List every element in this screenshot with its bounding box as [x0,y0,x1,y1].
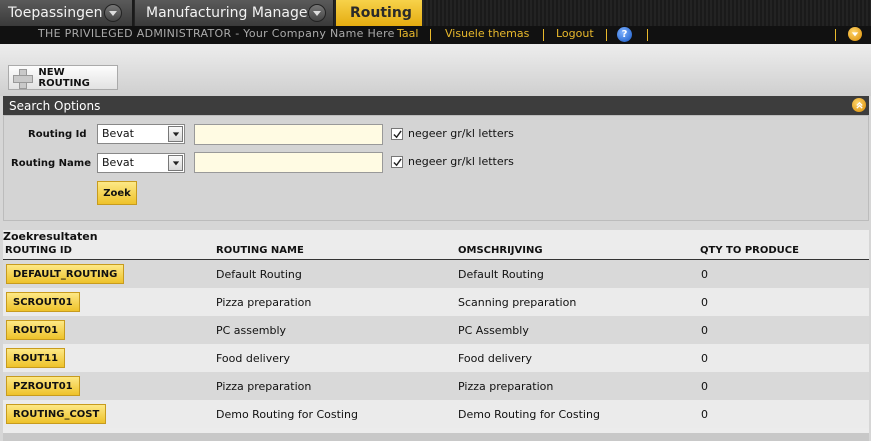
table-row: ROUTING_COST Demo Routing for Costing De… [3,400,869,428]
admin-user-text: THE PRIVILEGED ADMINISTRATOR - Your Comp… [38,27,395,40]
chevron-down-icon[interactable] [848,27,862,41]
chevron-down-icon[interactable] [308,4,326,22]
routing-name-cell: PC assembly [216,324,287,337]
routing-name-cell: Pizza preparation [216,380,312,393]
chevron-down-icon [168,155,183,171]
chevron-down-icon[interactable] [104,4,122,22]
results-footer [3,433,869,441]
divider [543,29,544,41]
search-options-header[interactable]: Search Options [3,96,869,115]
routing-name-input[interactable] [194,152,383,173]
language-link[interactable]: Taal [397,27,418,40]
routing-name-cell: Demo Routing for Costing [216,408,358,421]
divider [835,29,836,41]
ignore-case-label: negeer gr/kl letters [408,155,514,168]
action-toolbar: NEW ROUTING [0,44,871,96]
routing-name-cell: Food delivery [216,352,291,365]
selected-operator: Bevat [102,127,134,140]
search-options-panel: Routing Id Bevat negeer gr/kl letters Ro… [3,115,869,221]
search-options-title: Search Options [9,98,101,113]
routing-id-button[interactable]: SCROUT01 [6,292,80,312]
table-row: PZROUT01 Pizza preparation Pizza prepara… [3,372,869,400]
tab-label: Manufacturing Manager [146,5,314,21]
divider [647,29,648,41]
table-row: SCROUT01 Pizza preparation Scanning prep… [3,288,869,316]
table-row: ROUT11 Food delivery Food delivery 0 [3,344,869,372]
table-row: DEFAULT_ROUTING Default Routing Default … [3,260,869,288]
routing-id-button[interactable]: ROUT11 [6,348,66,368]
help-icon[interactable]: ? [617,27,632,42]
qty-cell: 0 [701,296,708,309]
visual-themes-link[interactable]: Visuele themas [445,27,529,40]
tab-label: Routing [350,5,412,21]
header-info-bar: THE PRIVILEGED ADMINISTRATOR - Your Comp… [0,26,871,44]
description-cell: Pizza preparation [458,380,554,393]
column-header-routing-id[interactable]: ROUTING ID [5,245,72,256]
qty-cell: 0 [701,268,708,281]
qty-cell: 0 [701,352,708,365]
selected-operator: Bevat [102,156,134,169]
table-row: ROUT01 PC assembly PC Assembly 0 [3,316,869,344]
description-cell: Demo Routing for Costing [458,408,600,421]
description-cell: PC Assembly [458,324,529,337]
routing-id-label: Routing Id [28,129,87,140]
routing-id-input[interactable] [194,124,383,145]
divider [430,29,431,41]
description-cell: Food delivery [458,352,533,365]
routing-id-operator-select[interactable]: Bevat [97,124,185,144]
search-button[interactable]: Zoek [97,181,137,205]
qty-cell: 0 [701,324,708,337]
routing-id-button[interactable]: DEFAULT_ROUTING [6,264,125,284]
routing-id-button[interactable]: PZROUT01 [6,376,80,396]
search-results: Zoekresultaten ROUTING ID ROUTING NAME O… [3,230,869,441]
column-header-routing-name[interactable]: ROUTING NAME [216,245,304,256]
routing-id-button[interactable]: ROUTING_COST [6,404,107,424]
new-routing-button[interactable]: NEW ROUTING [8,65,118,90]
description-cell: Default Routing [458,268,544,281]
routing-name-cell: Pizza preparation [216,296,312,309]
column-header-qty-to-produce[interactable]: QTY TO PRODUCE [700,245,799,256]
description-cell: Scanning preparation [458,296,577,309]
plus-icon [13,68,34,89]
tab-manufacturing-manager[interactable]: Manufacturing Manager [135,0,333,26]
chevron-down-icon [168,126,183,142]
routing-name-cell: Default Routing [216,268,302,281]
app-tab-bar: Toepassingen Manufacturing Manager Routi… [0,0,871,26]
new-routing-label: NEW ROUTING [38,66,90,89]
logout-link[interactable]: Logout [556,27,594,40]
results-title: Zoekresultaten [3,230,98,243]
routing-name-operator-select[interactable]: Bevat [97,153,185,173]
routing-id-button[interactable]: ROUT01 [6,320,66,340]
collapse-icon[interactable] [852,98,866,112]
ignore-case-label: negeer gr/kl letters [408,127,514,140]
qty-cell: 0 [701,380,708,393]
routing-name-ignore-case-checkbox[interactable] [391,156,403,168]
divider [606,29,607,41]
routing-name-label: Routing Name [11,158,91,169]
column-header-description[interactable]: OMSCHRIJVING [458,245,543,256]
tab-label: Toepassingen [8,5,103,21]
tab-routing[interactable]: Routing [336,0,422,26]
routing-id-ignore-case-checkbox[interactable] [391,128,403,140]
qty-cell: 0 [701,408,708,421]
